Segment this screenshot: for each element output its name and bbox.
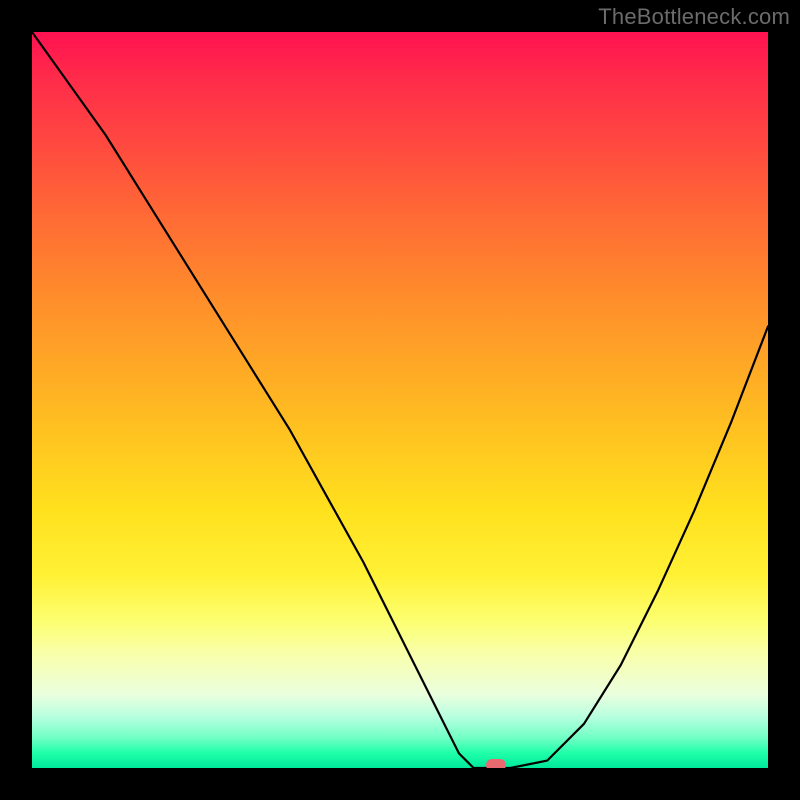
optimal-marker	[486, 759, 506, 768]
chart-frame: TheBottleneck.com	[0, 0, 800, 800]
plot-area	[32, 32, 768, 768]
bottleneck-curve	[32, 32, 768, 768]
watermark-text: TheBottleneck.com	[598, 4, 790, 30]
